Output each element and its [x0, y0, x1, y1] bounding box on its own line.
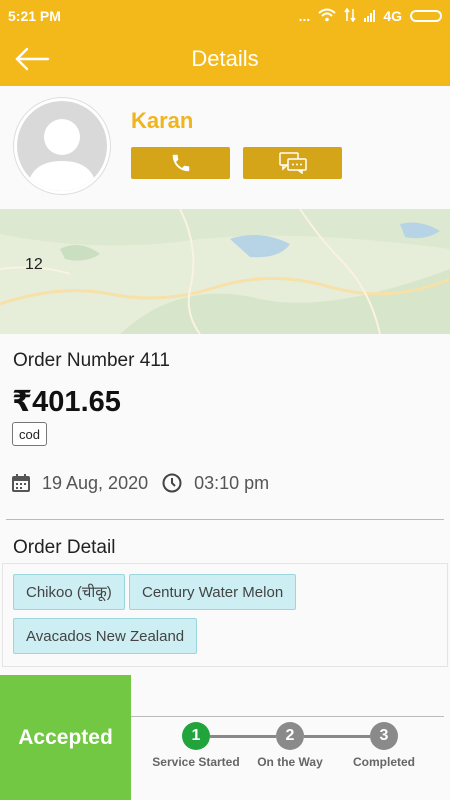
- progress-track: [304, 735, 370, 738]
- status-bar: 5:21 PM ... 4G: [0, 0, 450, 32]
- status-time: 5:21 PM: [8, 8, 61, 24]
- progress-track: [210, 735, 276, 738]
- avatar: [14, 98, 110, 194]
- payment-method-badge: cod: [12, 422, 47, 446]
- customer-name: Karan: [131, 108, 194, 133]
- phone-icon: [172, 154, 189, 172]
- call-button[interactable]: [131, 147, 230, 179]
- date-time-row: 19 Aug, 2020 03:10 pm: [12, 472, 269, 494]
- network-type: 4G: [383, 8, 402, 24]
- status-icons: ... 4G: [298, 7, 442, 25]
- divider: [6, 519, 444, 520]
- signal-icon: [364, 10, 376, 22]
- person-icon: [27, 119, 97, 191]
- step-2-label: On the Way: [257, 755, 323, 769]
- order-time: 03:10 pm: [194, 472, 270, 493]
- order-amount: ₹401.65: [12, 386, 121, 418]
- order-item-chip: Chikoo (चीकू): [13, 574, 125, 610]
- back-arrow-icon[interactable]: [12, 42, 52, 76]
- step-3-label: Completed: [352, 755, 415, 769]
- page-title: Details: [191, 46, 259, 71]
- notification-dots: ...: [298, 8, 311, 24]
- chat-icon: [278, 152, 307, 174]
- order-detail-title: Order Detail: [13, 537, 116, 558]
- data-transfer-icon: [344, 7, 356, 25]
- accepted-button[interactable]: Accepted: [0, 675, 131, 800]
- step-2-marker: 2: [276, 722, 304, 750]
- battery-icon: [410, 10, 442, 22]
- divider: [131, 716, 444, 717]
- order-number: Order Number 411: [13, 350, 170, 371]
- map-label: 12: [25, 256, 43, 273]
- wifi-icon: [318, 8, 336, 25]
- calendar-icon: [12, 474, 30, 492]
- step-1-label: Service Started: [152, 755, 240, 769]
- order-item-chip: Century Water Melon: [129, 574, 297, 610]
- step-1-marker: 1: [182, 722, 210, 750]
- order-date: 19 Aug, 2020: [42, 472, 149, 493]
- order-item-chip: Avacados New Zealand: [13, 618, 198, 654]
- map-view[interactable]: [0, 209, 450, 334]
- clock-icon: [162, 473, 182, 493]
- order-items-list: Chikoo (चीकू) Century Water Melon Avacad…: [2, 563, 448, 667]
- chat-button[interactable]: [243, 147, 342, 179]
- step-3-marker: 3: [370, 722, 398, 750]
- app-bar: Details: [0, 32, 450, 86]
